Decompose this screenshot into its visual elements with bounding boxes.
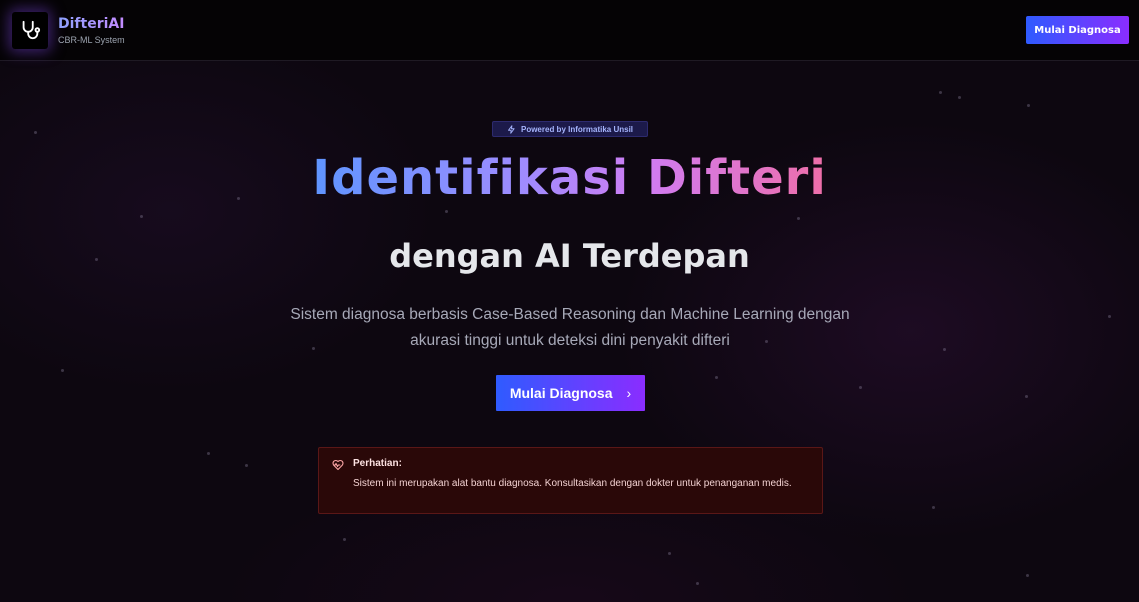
heart-pulse-icon — [332, 459, 344, 471]
stethoscope-icon — [12, 11, 48, 49]
brand[interactable]: DifteriAI CBR-ML System — [12, 11, 125, 49]
notice-title: Perhatian: — [353, 458, 402, 469]
chevron-right-icon: › — [626, 385, 632, 401]
badge-label: Powered by Informatika Unsil — [520, 124, 634, 134]
top-navbar: DifteriAI CBR-ML System Mulai Diagnosa — [0, 0, 1139, 61]
brand-name: DifteriAI — [58, 15, 125, 32]
hero-title: Identifikasi Difteri — [312, 150, 827, 206]
hero-description-line-2: akurasi tinggi untuk deteksi dini penyak… — [410, 332, 730, 349]
powered-by-badge: Powered by Informatika Unsil — [492, 121, 648, 137]
hero-description-line-1: Sistem diagnosa berbasis Case-Based Reas… — [290, 306, 850, 323]
hero-subtitle: dengan AI Terdepan — [389, 237, 750, 275]
start-diagnosis-button[interactable]: Mulai Diagnosa › — [496, 375, 645, 411]
brand-subtitle: CBR-ML System — [58, 34, 125, 45]
sparkle-icon — [508, 124, 515, 134]
notice-text: Sistem ini merupakan alat bantu diagnosa… — [353, 478, 792, 489]
header-start-diagnosis-button[interactable]: Mulai Diagnosa — [1026, 16, 1129, 44]
start-diagnosis-label: Mulai Diagnosa — [509, 385, 613, 401]
hero-description: Sistem diagnosa berbasis Case-Based Reas… — [270, 302, 870, 354]
disclaimer-notice: Perhatian: Sistem ini merupakan alat ban… — [318, 447, 823, 514]
